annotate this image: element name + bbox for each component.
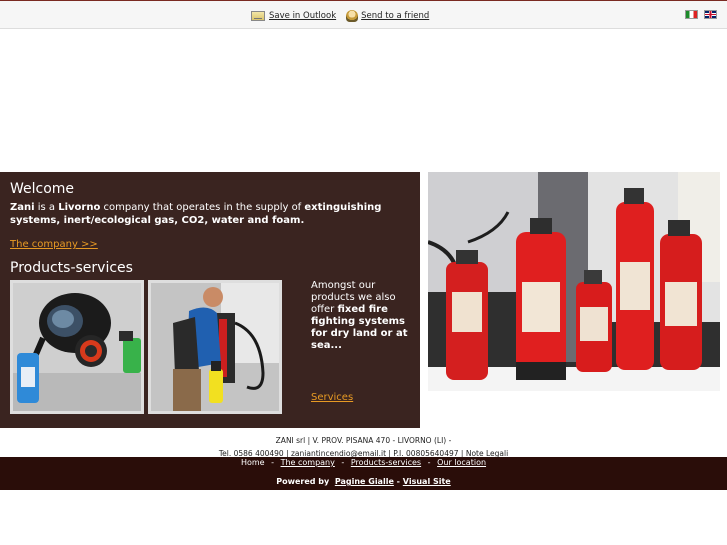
- english-flag-icon[interactable]: [704, 10, 717, 19]
- products-heading: Products-services: [10, 260, 133, 276]
- technician-image: [151, 283, 279, 411]
- intro-is-a: is a: [34, 202, 59, 213]
- top-bar: Save in Outlook Send to a friend: [0, 1, 727, 29]
- save-in-outlook-link[interactable]: Save in Outlook: [269, 11, 336, 21]
- intro-mid: company that operates in the supply of: [100, 202, 305, 213]
- powered-by: Powered by Pagine Gialle - Visual Site: [0, 477, 727, 486]
- company-name: Zani: [10, 202, 35, 213]
- footer-navbar: Home - The company - Products-services -…: [0, 457, 727, 490]
- send-to-friend-link[interactable]: Send to a friend: [361, 11, 429, 21]
- visual-site-link[interactable]: Visual Site: [403, 477, 451, 486]
- fire-extinguishers-image: [428, 172, 720, 391]
- nav-the-company[interactable]: The company: [281, 458, 335, 467]
- top-links: Save in Outlook Send to a friend: [251, 10, 429, 22]
- powered-separator: -: [396, 477, 400, 486]
- italian-flag-icon[interactable]: [685, 10, 698, 19]
- extinguisher-3: [576, 270, 612, 372]
- nav-separator: -: [271, 458, 275, 467]
- extinguisher-2: [516, 218, 566, 380]
- nav-home[interactable]: Home: [241, 458, 265, 467]
- pagine-gialle-link[interactable]: Pagine Gialle: [335, 477, 394, 486]
- nav-separator: -: [427, 458, 431, 467]
- the-company-link[interactable]: The company >>: [10, 239, 98, 250]
- nav-separator: -: [341, 458, 345, 467]
- extinguishers-hero-photo: [428, 172, 720, 391]
- promo-text: Amongst our products we also offer fixed…: [311, 280, 411, 352]
- technician-photo[interactable]: [148, 280, 282, 414]
- breathing-mask-image: [13, 283, 141, 411]
- nav-our-location[interactable]: Our location: [437, 458, 486, 467]
- welcome-panel: Welcome Zani is a Livorno company that o…: [0, 172, 420, 428]
- services-link[interactable]: Services: [311, 392, 353, 403]
- footer-address: ZANI srl | V. PROV. PISANA 470 - LIVORNO…: [275, 436, 452, 445]
- intro-text: Zani is a Livorno company that operates …: [10, 201, 415, 227]
- extinguisher-1: [446, 250, 488, 380]
- city-name: Livorno: [58, 202, 101, 213]
- outlook-icon[interactable]: [251, 11, 265, 21]
- powered-label: Powered by: [276, 477, 330, 486]
- extinguisher-5: [660, 220, 702, 370]
- breathing-mask-photo[interactable]: [10, 280, 144, 414]
- welcome-heading: Welcome: [10, 181, 75, 197]
- extinguisher-4: [616, 188, 654, 370]
- footer-nav: Home - The company - Products-services -…: [0, 458, 727, 467]
- send-friend-icon[interactable]: [346, 10, 359, 22]
- nav-products-services[interactable]: Products-services: [351, 458, 421, 467]
- language-switcher: [685, 10, 717, 19]
